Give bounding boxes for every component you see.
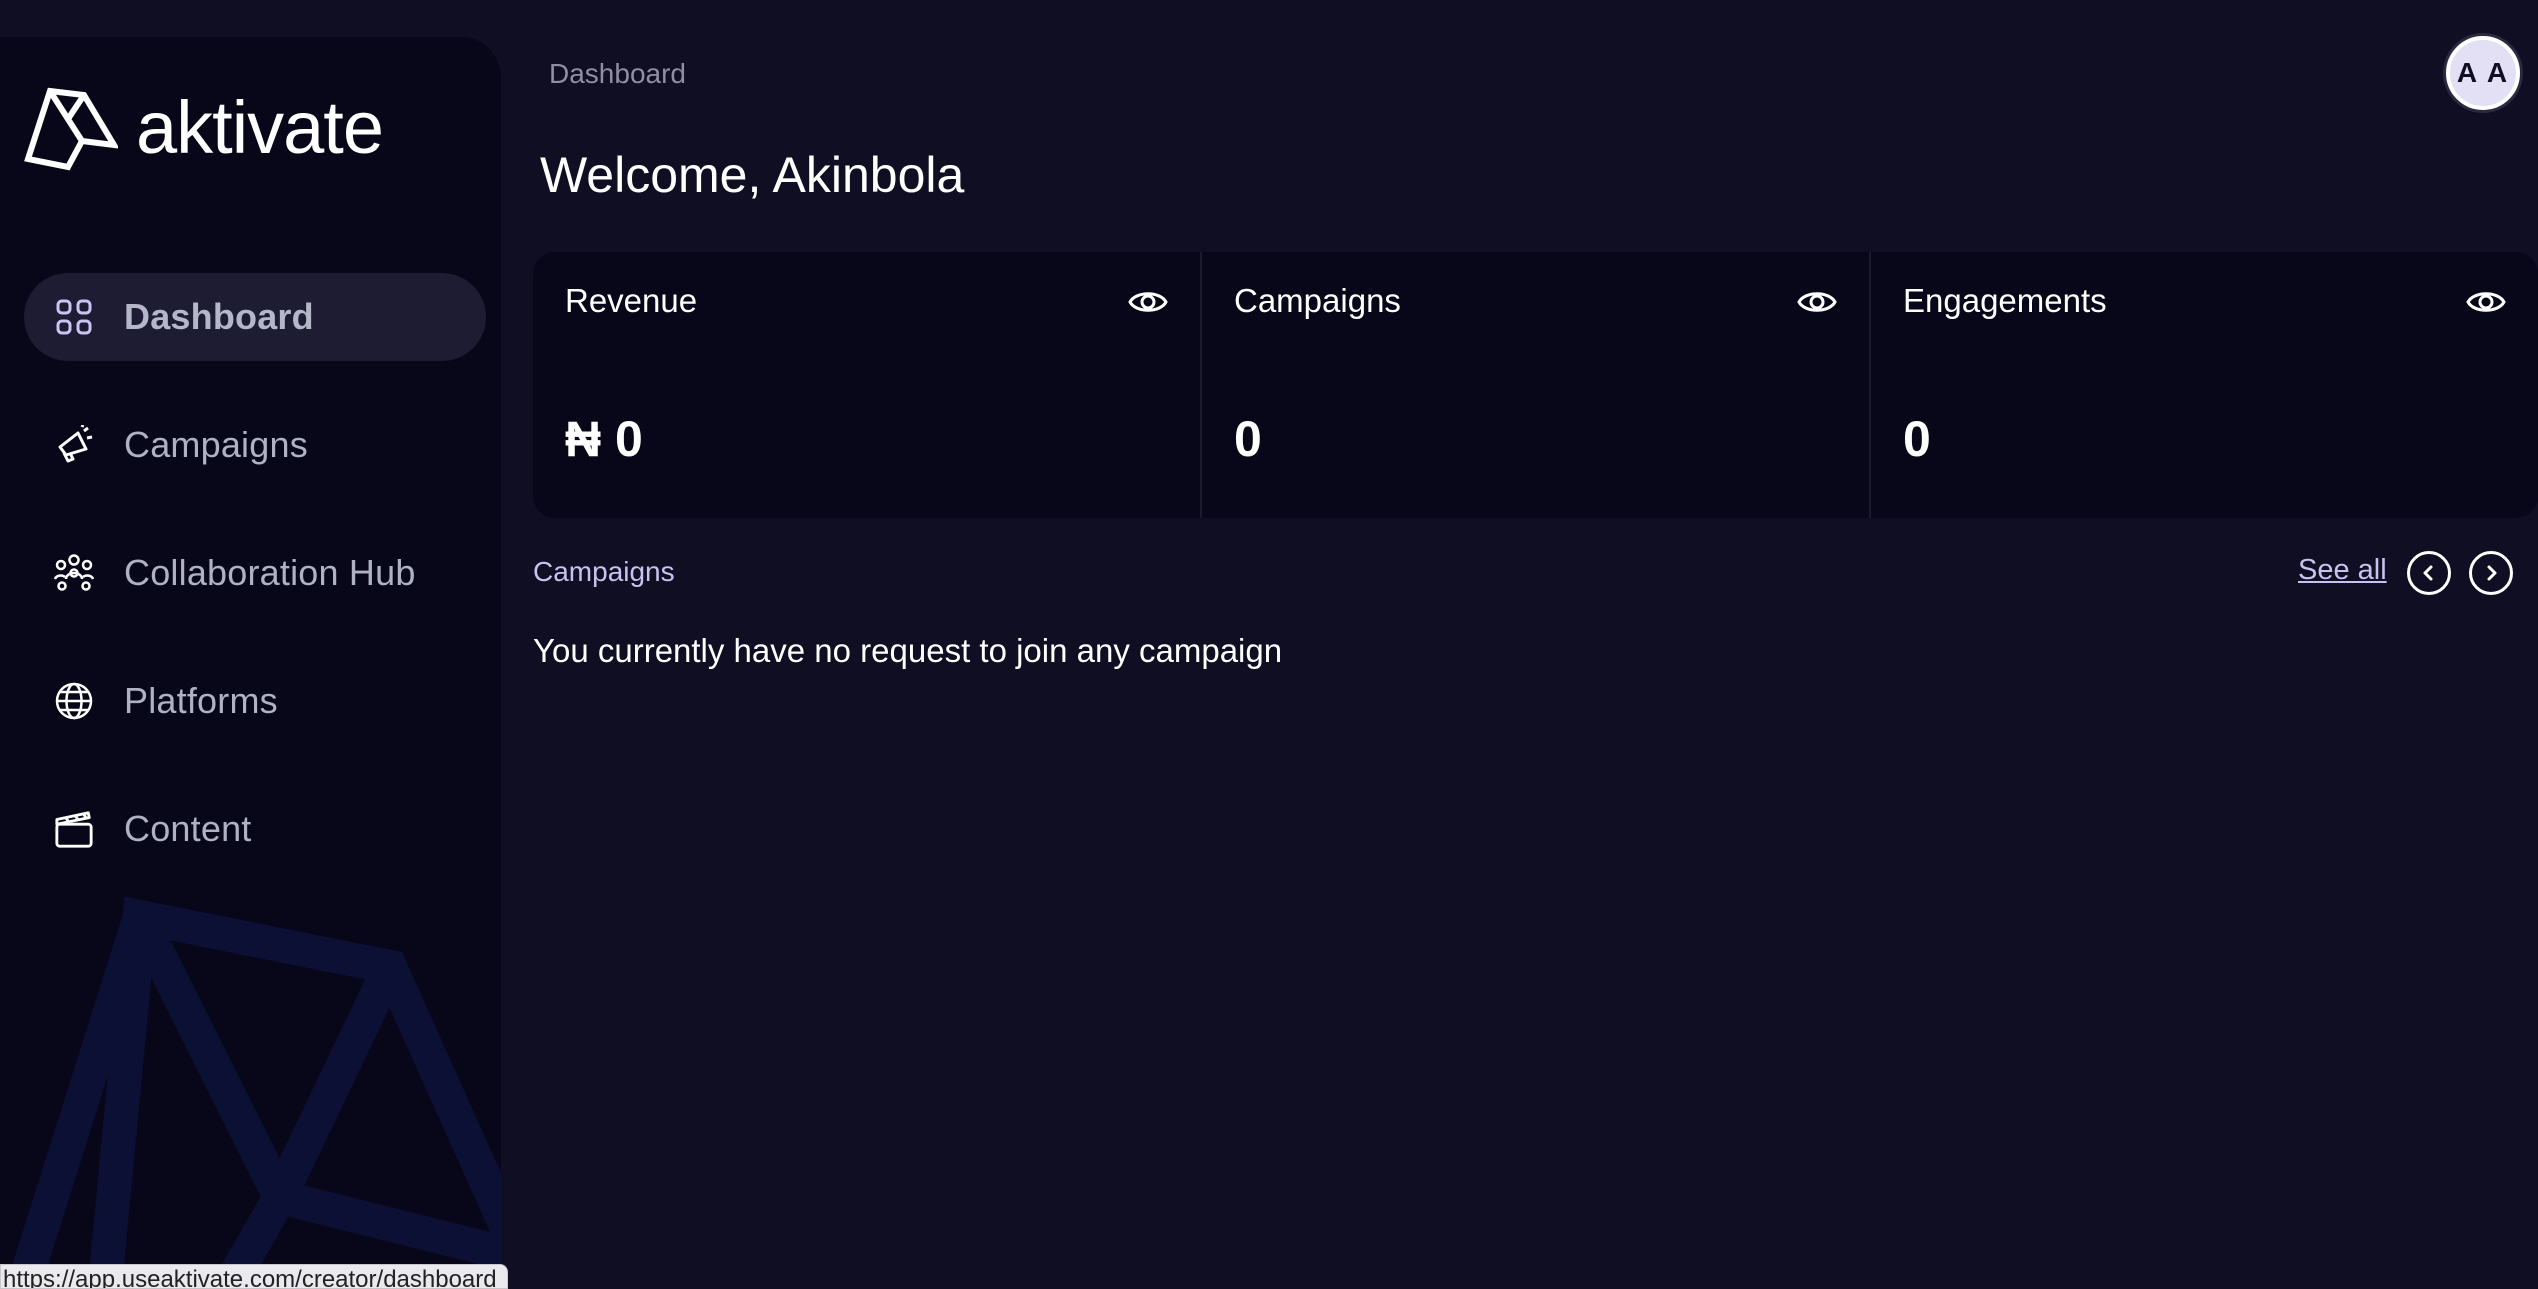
sidebar-item-platforms[interactable]: Platforms — [24, 657, 486, 745]
breadcrumb: Dashboard — [549, 58, 686, 89]
sidebar-item-content[interactable]: Content — [24, 785, 486, 873]
previous-button[interactable] — [2407, 551, 2451, 595]
megaphone-icon — [54, 425, 94, 465]
stat-value: ₦ 0 — [565, 411, 643, 467]
sidebar-item-collaboration-hub[interactable]: Collaboration Hub — [24, 529, 486, 617]
next-button[interactable] — [2469, 551, 2513, 595]
stat-card-revenue: Revenue ₦ 0 — [533, 252, 1202, 518]
sidebar-item-dashboard[interactable]: Dashboard — [24, 273, 486, 361]
sidebar-item-label: Dashboard — [124, 296, 314, 337]
sidebar-item-campaigns[interactable]: Campaigns — [24, 401, 486, 489]
stat-title: Revenue — [565, 282, 698, 319]
brand-logo[interactable]: aktivate — [24, 85, 384, 171]
stat-title: Campaigns — [1234, 282, 1401, 319]
sidebar-item-label: Campaigns — [124, 424, 308, 465]
see-all-link[interactable]: See all — [2298, 554, 2387, 587]
grid-icon — [54, 297, 94, 337]
status-bar-url: https://app.useaktivate.com/creator/dash… — [0, 1264, 508, 1289]
app-root: aktivate Dashboard Campaigns Collaborati… — [0, 0, 2538, 1289]
sidebar: aktivate Dashboard Campaigns Collaborati… — [0, 37, 501, 1289]
stat-card-campaigns: Campaigns 0 — [1202, 252, 1871, 518]
eye-icon[interactable] — [1128, 282, 1168, 322]
brand-name: aktivate — [136, 86, 384, 169]
sidebar-item-label: Platforms — [124, 680, 278, 721]
sidebar-item-label: Content — [124, 808, 252, 849]
background-logo-watermark — [4, 896, 501, 1289]
stat-title: Engagements — [1903, 282, 2107, 319]
users-icon — [54, 553, 94, 593]
stat-value: 0 — [1903, 411, 1931, 467]
eye-icon[interactable] — [2466, 282, 2506, 322]
campaigns-empty-message: You currently have no request to join an… — [533, 632, 1283, 669]
clapperboard-icon — [54, 809, 94, 849]
aktivate-logo-icon — [24, 87, 118, 171]
sidebar-item-label: Collaboration Hub — [124, 552, 416, 593]
stat-card-engagements: Engagements 0 — [1871, 252, 2538, 518]
chevron-right-icon — [2487, 565, 2497, 581]
page-title: Welcome, Akinbola — [540, 147, 965, 203]
sidebar-nav: Dashboard Campaigns Collaboration Hub Pl… — [24, 273, 486, 913]
globe-icon — [54, 681, 94, 721]
stat-value: 0 — [1234, 411, 1262, 467]
avatar[interactable]: A A — [2446, 36, 2520, 110]
campaigns-section-title: Campaigns — [533, 556, 675, 587]
chevron-left-icon — [2423, 565, 2433, 581]
stats-panel: Revenue ₦ 0 Campaigns 0 Engagements 0 — [533, 252, 2538, 518]
eye-icon[interactable] — [1797, 282, 1837, 322]
